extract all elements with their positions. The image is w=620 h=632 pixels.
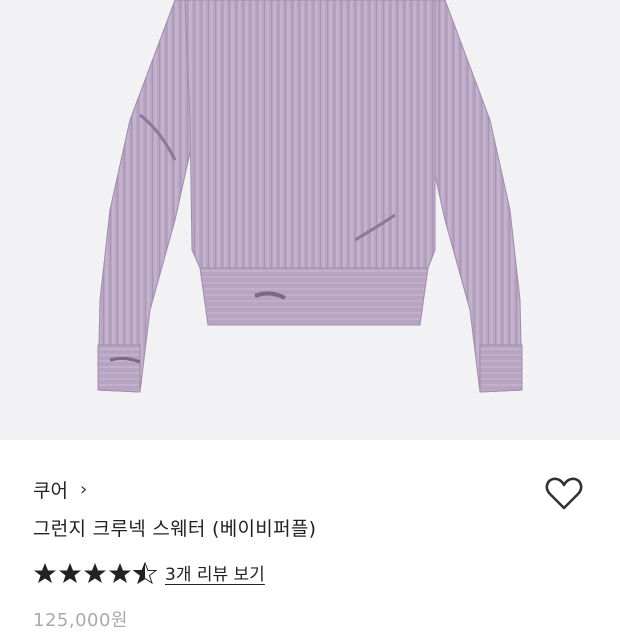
review-link[interactable]: 3개 리뷰 보기	[165, 560, 265, 585]
chevron-right-icon: ›	[79, 479, 88, 500]
rating-row: 3개 리뷰 보기	[33, 560, 265, 585]
star-icon	[84, 562, 106, 583]
brand-name: 쿠어	[33, 480, 68, 502]
star-icon	[59, 562, 81, 583]
product-image[interactable]	[0, 0, 620, 440]
product-price: 125,000원	[33, 610, 128, 631]
star-half-icon	[133, 561, 157, 584]
star-icon	[34, 562, 56, 583]
sweater-illustration	[97, 0, 523, 393]
wishlist-button[interactable]	[540, 470, 588, 516]
star-icon	[109, 562, 131, 583]
product-title: 그런지 크루넥 스웨터 (베이비퍼플)	[33, 518, 317, 540]
rating-stars	[33, 561, 157, 584]
heart-outline-icon	[545, 477, 583, 510]
brand-link[interactable]: 쿠어 ›	[33, 476, 87, 503]
